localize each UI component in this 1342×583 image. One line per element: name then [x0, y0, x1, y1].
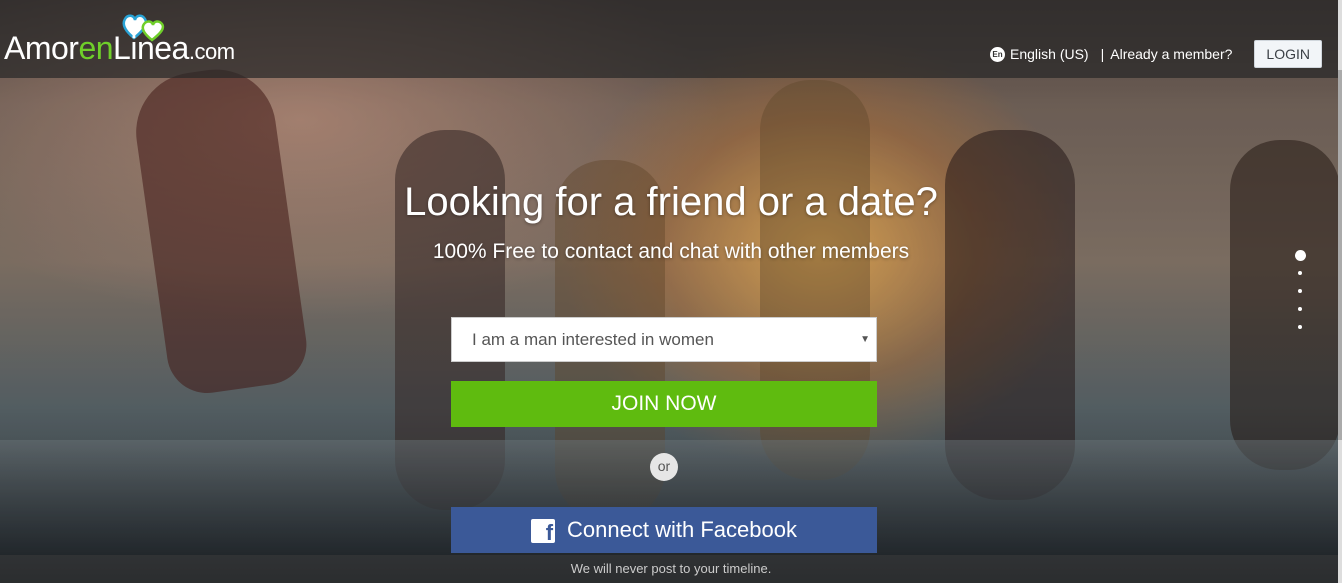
site-logo[interactable]: AmorenLinea.com [4, 30, 235, 67]
slider-dot-5[interactable] [1298, 325, 1302, 329]
facebook-connect-label: Connect with Facebook [567, 517, 797, 542]
logo-text: Amor [4, 30, 79, 66]
header-actions: En English (US) | Already a member? LOGI… [990, 40, 1322, 68]
logo-text-accent: en [78, 30, 114, 66]
top-bar: AmorenLinea.com En English (US) | Alread… [0, 0, 1342, 78]
page-title: Looking for a friend or a date? [404, 180, 938, 224]
caret-down-icon: ▼ [860, 334, 870, 345]
separator: | [1100, 46, 1105, 62]
scrollbar-thumb[interactable] [1338, 70, 1342, 440]
slider-dot-1[interactable] [1294, 250, 1306, 261]
preference-value: I am a man interested in women [472, 330, 714, 349]
privacy-note: We will never post to your timeline. [570, 561, 772, 576]
join-now-button[interactable]: JOIN NOW [451, 381, 877, 427]
or-divider: or [650, 453, 678, 481]
language-selector[interactable]: English (US) [1010, 46, 1089, 62]
slider-dots [1294, 250, 1306, 343]
overlay [0, 0, 1342, 583]
login-button[interactable]: LOGIN [1254, 40, 1322, 68]
slider-dot-3[interactable] [1298, 289, 1302, 293]
member-prompt: Already a member? [1110, 46, 1233, 62]
preference-select[interactable]: I am a man interested in women ▼ [451, 317, 877, 362]
facebook-icon: f [531, 519, 556, 545]
slider-dot-4[interactable] [1298, 307, 1302, 311]
logo-domain: .com [188, 39, 235, 64]
facebook-connect-button[interactable]: f Connect with Facebook [451, 507, 877, 553]
logo-text: Linea [113, 30, 189, 66]
slider-dot-2[interactable] [1298, 271, 1302, 275]
language-icon: En [990, 46, 1006, 62]
page-subtitle: 100% Free to contact and chat with other… [432, 240, 910, 263]
